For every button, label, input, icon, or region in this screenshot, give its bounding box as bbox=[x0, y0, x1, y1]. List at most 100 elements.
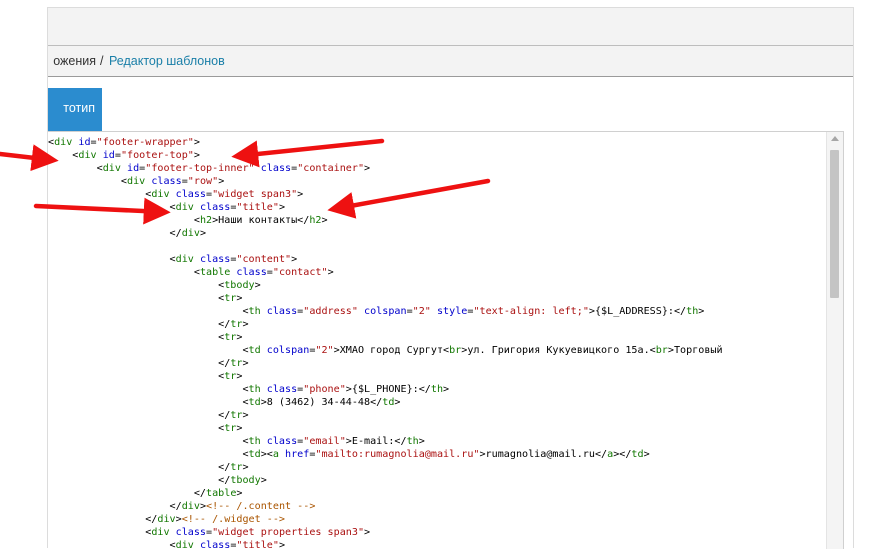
code-token: table bbox=[206, 488, 237, 499]
code-token: > bbox=[443, 384, 450, 395]
code-content[interactable]: <div id="footer-wrapper"> <div id="foote… bbox=[48, 136, 826, 549]
code-line[interactable]: </tr> bbox=[48, 318, 826, 331]
code-line[interactable]: <th class="email">E-mail:</th> bbox=[48, 435, 826, 448]
code-token: div bbox=[175, 202, 194, 213]
code-token: "2" bbox=[412, 306, 431, 317]
code-token: </ bbox=[48, 501, 182, 512]
code-line[interactable]: </tr> bbox=[48, 461, 826, 474]
breadcrumb-previous[interactable]: ожения bbox=[53, 46, 96, 76]
code-line[interactable]: </tr> bbox=[48, 357, 826, 370]
code-line[interactable]: </table> bbox=[48, 487, 826, 500]
code-token: </ bbox=[48, 358, 231, 369]
code-token: > bbox=[242, 462, 249, 473]
code-editor[interactable]: <div id="footer-wrapper"> <div id="foote… bbox=[48, 131, 844, 549]
code-token: tr bbox=[230, 358, 243, 369]
code-token: >Наши контакты</ bbox=[212, 215, 310, 226]
code-token: < bbox=[48, 189, 152, 200]
code-line[interactable]: <td colspan="2">ХМАО город Сургут<br>ул.… bbox=[48, 344, 826, 357]
code-token: br bbox=[655, 345, 668, 356]
code-line[interactable]: <tbody> bbox=[48, 279, 826, 292]
code-token: < bbox=[48, 267, 200, 278]
code-token: div bbox=[78, 150, 97, 161]
code-token: "contact" bbox=[272, 267, 328, 278]
breadcrumb-separator: / bbox=[100, 54, 104, 68]
code-token: div bbox=[151, 189, 170, 200]
code-token: tr bbox=[224, 423, 237, 434]
code-line[interactable]: </tr> bbox=[48, 409, 826, 422]
code-line[interactable]: <td>8 (3462) 34-44-48</td> bbox=[48, 396, 826, 409]
code-token: style bbox=[436, 306, 468, 317]
code-line[interactable]: </div><!-- /.content --> bbox=[48, 500, 826, 513]
code-token: > bbox=[218, 176, 225, 187]
code-token: div bbox=[181, 228, 200, 239]
scroll-up-arrow-icon[interactable] bbox=[831, 136, 839, 141]
code-token: > bbox=[242, 358, 249, 369]
code-line[interactable]: <th class="phone">{$L_PHONE}:</th> bbox=[48, 383, 826, 396]
code-token: < bbox=[48, 202, 176, 213]
code-token: </ bbox=[48, 462, 231, 473]
code-token: class bbox=[260, 163, 292, 174]
code-line[interactable]: <div class="content"> bbox=[48, 253, 826, 266]
code-token: >rumagnolia@mail.ru</ bbox=[479, 449, 608, 460]
code-line[interactable]: <div class="row"> bbox=[48, 175, 826, 188]
code-token: > bbox=[236, 423, 243, 434]
code-line[interactable] bbox=[48, 240, 826, 253]
breadcrumb-current-link[interactable]: Редактор шаблонов bbox=[109, 46, 225, 76]
code-token: >E-mail:</ bbox=[345, 436, 407, 447]
code-token: tr bbox=[230, 319, 243, 330]
code-line[interactable]: </div> bbox=[48, 227, 826, 240]
code-token: "content" bbox=[236, 254, 292, 265]
code-line[interactable]: <tr> bbox=[48, 331, 826, 344]
code-token: < bbox=[48, 397, 249, 408]
code-line[interactable]: <div class="title"> bbox=[48, 201, 826, 214]
code-token: </ bbox=[48, 475, 231, 486]
scrollbar-thumb[interactable] bbox=[830, 150, 839, 298]
code-line[interactable]: <div id="footer-top-inner" class="contai… bbox=[48, 162, 826, 175]
code-token: >< bbox=[260, 449, 273, 460]
code-token: > bbox=[254, 280, 261, 291]
code-line[interactable]: <tr> bbox=[48, 422, 826, 435]
code-token: br bbox=[449, 345, 462, 356]
code-token: th bbox=[686, 306, 699, 317]
code-line[interactable]: <table class="contact"> bbox=[48, 266, 826, 279]
code-token: div bbox=[151, 527, 170, 538]
prototype-tab-button[interactable]: тотип bbox=[48, 88, 102, 131]
code-line[interactable]: <div id="footer-wrapper"> bbox=[48, 136, 826, 149]
code-line[interactable]: <div id="footer-top"> bbox=[48, 149, 826, 162]
code-token: < bbox=[48, 215, 200, 226]
code-token: class bbox=[199, 254, 231, 265]
code-line[interactable]: <div class="widget span3"> bbox=[48, 188, 826, 201]
code-line[interactable]: </tbody> bbox=[48, 474, 826, 487]
code-line[interactable]: <th class="address" colspan="2" style="t… bbox=[48, 305, 826, 318]
code-line[interactable]: <h2>Наши контакты</h2> bbox=[48, 214, 826, 227]
code-token: < bbox=[48, 163, 103, 174]
code-token: > bbox=[698, 306, 705, 317]
code-token: </ bbox=[48, 514, 158, 525]
template-editor-panel: ожения / Редактор шаблонов тотип <div id… bbox=[47, 7, 854, 549]
code-token: class bbox=[199, 202, 231, 213]
code-token: < bbox=[48, 371, 225, 382]
code-line[interactable]: </div><!-- /.widget --> bbox=[48, 513, 826, 526]
code-token: "widget properties span3" bbox=[212, 527, 365, 538]
code-token: "footer-wrapper" bbox=[96, 137, 194, 148]
code-token: "address" bbox=[303, 306, 358, 317]
vertical-scrollbar[interactable] bbox=[826, 132, 843, 549]
code-token: "2" bbox=[315, 345, 334, 356]
code-line[interactable]: <tr> bbox=[48, 370, 826, 383]
code-token: div bbox=[175, 254, 194, 265]
code-token: "title" bbox=[236, 202, 279, 213]
code-token: colspan bbox=[364, 306, 407, 317]
code-token: > bbox=[260, 475, 267, 486]
code-line[interactable]: <div class="widget properties span3"> bbox=[48, 526, 826, 539]
code-token: > bbox=[327, 267, 334, 278]
code-token: th bbox=[248, 384, 261, 395]
code-line[interactable]: <td><a href="mailto:rumagnolia@mail.ru">… bbox=[48, 448, 826, 461]
code-token: < bbox=[48, 254, 176, 265]
code-token: > bbox=[199, 228, 207, 239]
code-token: colspan bbox=[266, 345, 310, 356]
code-line[interactable]: <tr> bbox=[48, 292, 826, 305]
code-token: < bbox=[48, 384, 249, 395]
code-token: h2 bbox=[199, 215, 213, 226]
code-token: > bbox=[643, 449, 650, 460]
code-token: > bbox=[242, 410, 249, 421]
